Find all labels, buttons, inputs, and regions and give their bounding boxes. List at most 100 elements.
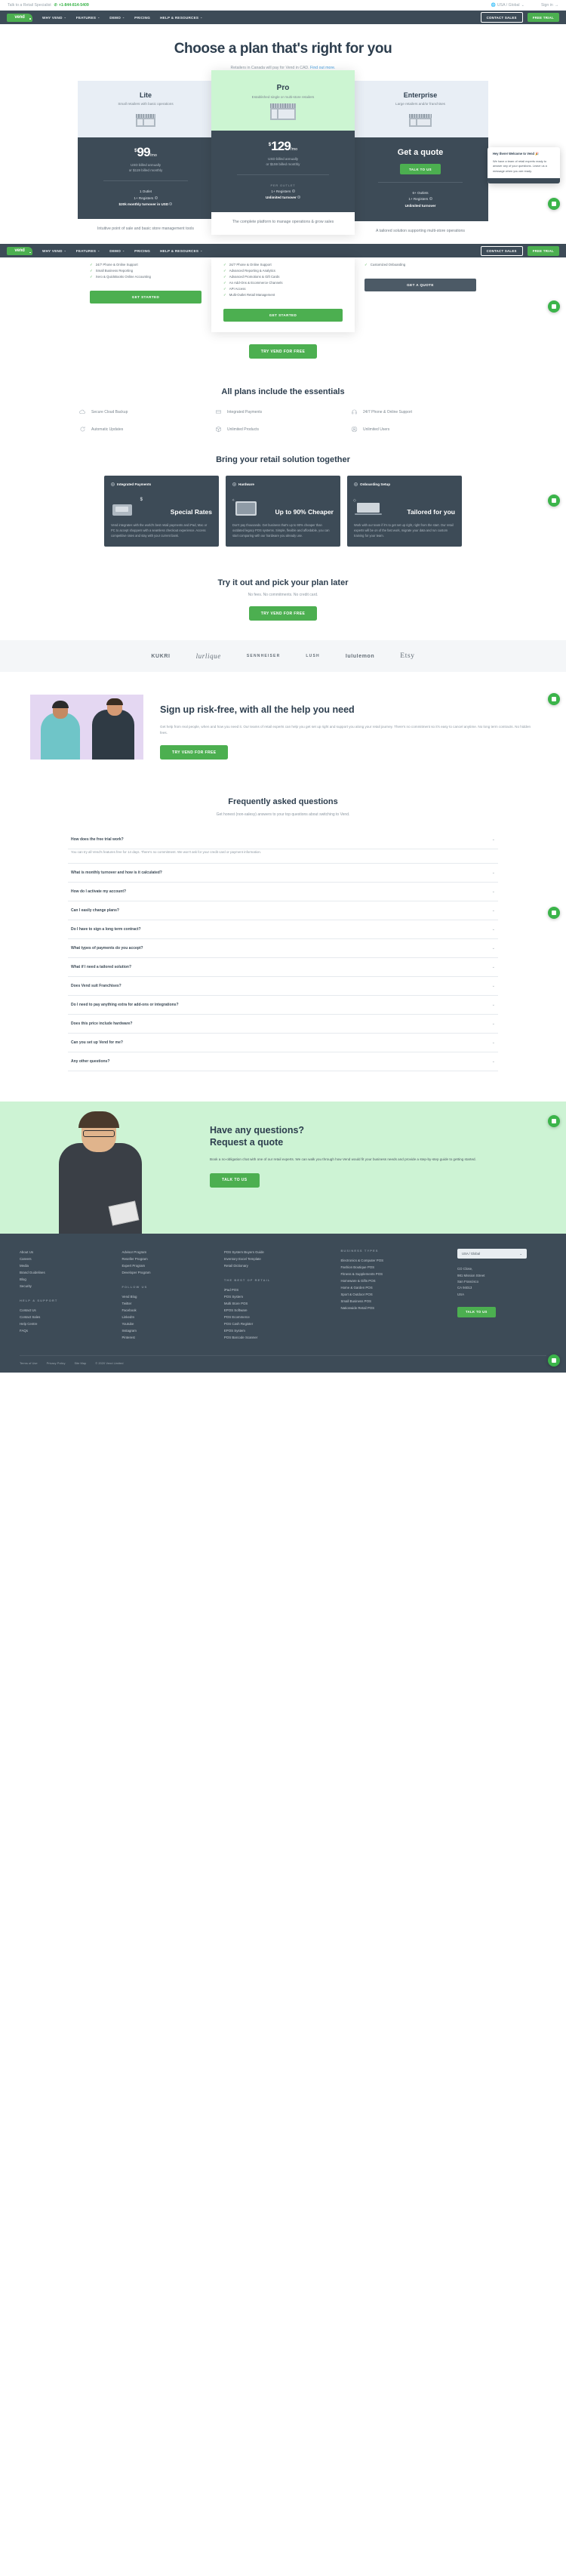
nav-item-why-vend-sticky[interactable]: WHY VEND ⌄ <box>42 249 66 253</box>
footer-link[interactable]: Facebook <box>122 1307 217 1314</box>
footer-link[interactable]: Reseller Program <box>122 1256 217 1262</box>
phone-link[interactable]: ✆ +1-844-814-5409 <box>54 3 89 8</box>
footer-link[interactable]: Careers <box>20 1256 115 1262</box>
footer-link[interactable]: Home & Garden POS <box>340 1284 451 1291</box>
info-icon[interactable]: i <box>429 197 432 201</box>
contact-sales-button-sticky[interactable]: CONTACT SALES <box>480 245 523 257</box>
footer-link[interactable]: EPOS System <box>224 1327 335 1334</box>
sign-in-link[interactable]: Sign in → <box>541 3 558 8</box>
footer-link[interactable]: Blog <box>20 1276 115 1283</box>
get-started-button-pro[interactable]: GET STARTED <box>223 308 343 322</box>
faq-item[interactable]: What types of payments do you accept? ⌄ <box>68 939 498 959</box>
footer-privacy-link[interactable]: Privacy Policy <box>47 1361 66 1365</box>
free-trial-button-sticky[interactable]: FREE TRIAL <box>527 246 559 256</box>
chat-fab-button-7[interactable] <box>548 1354 560 1367</box>
chat-fab-button[interactable] <box>548 198 560 210</box>
nav-item-pricing-sticky[interactable]: PRICING <box>134 249 150 253</box>
info-icon[interactable]: i <box>297 196 301 199</box>
solution-head: + Hardware <box>232 482 334 487</box>
info-icon[interactable]: i <box>169 202 173 206</box>
faq-item[interactable]: Can I easily change plans? ⌄ <box>68 901 498 921</box>
footer-link[interactable]: Electronics & Computer POS <box>340 1257 451 1264</box>
nav-item-help-resources-sticky[interactable]: HELP & RESOURCES ⌄ <box>160 249 202 253</box>
footer-link[interactable]: Developer Program <box>122 1269 217 1276</box>
footer-link[interactable]: iPad POS <box>224 1286 335 1293</box>
nav-item-pricing[interactable]: PRICING <box>134 16 150 20</box>
vend-logo-sticky[interactable]: vend <box>7 246 32 255</box>
essential-item: 24/7 Phone & Online Support <box>351 408 487 415</box>
footer-link[interactable]: Retail Dictionary <box>224 1262 335 1269</box>
footer-link[interactable]: Homeware & Gifts POS <box>340 1277 451 1284</box>
footer-link[interactable]: POS System <box>224 1293 335 1300</box>
footer-terms-link[interactable]: Terms of Use <box>20 1361 38 1365</box>
chat-fab-button-4[interactable] <box>548 693 560 706</box>
info-icon[interactable]: i <box>154 196 158 199</box>
faq-item[interactable]: How does the free trial work? ⌄ <box>68 830 498 850</box>
nav-item-features[interactable]: FEATURES ⌄ <box>76 16 100 20</box>
faq-item[interactable]: Does Vend suit Franchises? ⌄ <box>68 977 498 997</box>
footer-sitemap-link[interactable]: Site Map <box>74 1361 86 1365</box>
info-icon[interactable]: i <box>291 189 295 193</box>
footer-link[interactable]: POS Cash Register <box>224 1320 335 1327</box>
chat-fab-button-5[interactable] <box>548 907 560 920</box>
vend-logo[interactable]: vend <box>7 13 32 22</box>
footer-talk-to-us-button[interactable]: TALK TO US <box>457 1306 496 1317</box>
footer-link[interactable]: Expert Program <box>122 1262 217 1269</box>
chevron-down-icon: ⌄ <box>491 1040 495 1046</box>
free-trial-button[interactable]: FREE TRIAL <box>527 12 559 23</box>
nav-item-features-sticky[interactable]: FEATURES ⌄ <box>76 249 100 253</box>
footer-link[interactable]: Sport & Outdoor POS <box>340 1291 451 1298</box>
footer-link[interactable]: Contact Sales <box>20 1314 115 1320</box>
try-vend-free-button-mid[interactable]: TRY VEND FOR FREE <box>248 606 318 621</box>
footer-link[interactable]: FAQs <box>20 1327 115 1334</box>
nav-item-why-vend[interactable]: WHY VEND ⌄ <box>42 16 66 20</box>
footer-link[interactable]: Vend Blog <box>122 1293 217 1300</box>
footer-link[interactable]: Pinterest <box>122 1334 217 1341</box>
faq-item[interactable]: What is monthly turnover and how is it c… <box>68 864 498 883</box>
footer-link[interactable]: Twitter <box>122 1300 217 1307</box>
try-vend-free-button-top[interactable]: TRY VEND FOR FREE <box>248 344 318 359</box>
faq-item[interactable]: What if I need a tailored solution? ⌄ <box>68 958 498 978</box>
footer-link[interactable]: Small Business POS <box>340 1298 451 1305</box>
footer-link[interactable]: Multi Store POS <box>224 1300 335 1307</box>
footer-link[interactable]: POS Barcode Scanner <box>224 1334 335 1341</box>
footer-link[interactable]: LinkedIn <box>122 1314 217 1320</box>
plan-name: Lite <box>139 91 152 99</box>
footer-link[interactable]: Advisor Program <box>122 1249 217 1256</box>
talk-to-us-button-cta[interactable]: TALK TO US <box>210 1172 260 1188</box>
footer-link[interactable]: Inventory Excel Template <box>224 1256 335 1262</box>
footer-link[interactable]: Youtube <box>122 1320 217 1327</box>
get-started-button-lite[interactable]: GET STARTED <box>90 291 201 304</box>
footer-link[interactable]: Fashion Boutique POS <box>340 1264 451 1271</box>
faq-item[interactable]: How do I activate my account? ⌄ <box>68 883 498 902</box>
footer-link[interactable]: Contact Us <box>20 1307 115 1314</box>
region-selector[interactable]: 🌐 USA / Global ⌄ <box>491 3 524 8</box>
faq-item[interactable]: Do I need to pay anything extra for add-… <box>68 996 498 1015</box>
nav-item-demo[interactable]: DEMO ⌄ <box>109 16 125 20</box>
faq-item[interactable]: Do I have to sign a long term contract? … <box>68 920 498 940</box>
faq-item[interactable]: Any other questions? ⌄ <box>68 1052 498 1072</box>
nav-item-demo-sticky[interactable]: DEMO ⌄ <box>109 249 125 253</box>
footer-link[interactable]: Instagram <box>122 1327 217 1334</box>
try-vend-free-button-riskfree[interactable]: TRY VEND FOR FREE <box>160 745 229 760</box>
footer-link[interactable]: Fitness & Supplements POS <box>340 1271 451 1277</box>
footer-link[interactable]: Nationwide Retail POS <box>340 1305 451 1311</box>
footer-link[interactable]: About Us <box>20 1249 115 1256</box>
faq-item[interactable]: Does this price include hardware? ⌄ <box>68 1015 498 1034</box>
footer-link[interactable]: Help Centre <box>20 1320 115 1327</box>
nav-item-help-resources[interactable]: HELP & RESOURCES ⌄ <box>160 16 202 20</box>
talk-to-us-button[interactable]: TALK TO US <box>400 164 441 174</box>
spec-outlets: 1 Outlet <box>139 190 152 194</box>
footer-link[interactable]: Media <box>20 1262 115 1269</box>
get-a-quote-button[interactable]: GET A QUOTE <box>365 279 476 292</box>
footer-link[interactable]: Security <box>20 1283 115 1290</box>
faq-question: How does the free trial work? <box>71 837 124 843</box>
footer-link[interactable]: POS System Buyers Guide <box>224 1249 335 1256</box>
footer-link[interactable]: POS Ecommerce <box>224 1314 335 1320</box>
footer-region-select[interactable]: USA / Global ⌄ <box>457 1249 527 1259</box>
contact-sales-button[interactable]: CONTACT SALES <box>480 12 523 23</box>
faq-item[interactable]: Can you set up Vend for me? ⌄ <box>68 1034 498 1053</box>
footer-link[interactable]: Brand Guidelines <box>20 1269 115 1276</box>
footer-link[interactable]: EPOS Software <box>224 1307 335 1314</box>
chat-fab-button-2[interactable] <box>548 300 560 313</box>
